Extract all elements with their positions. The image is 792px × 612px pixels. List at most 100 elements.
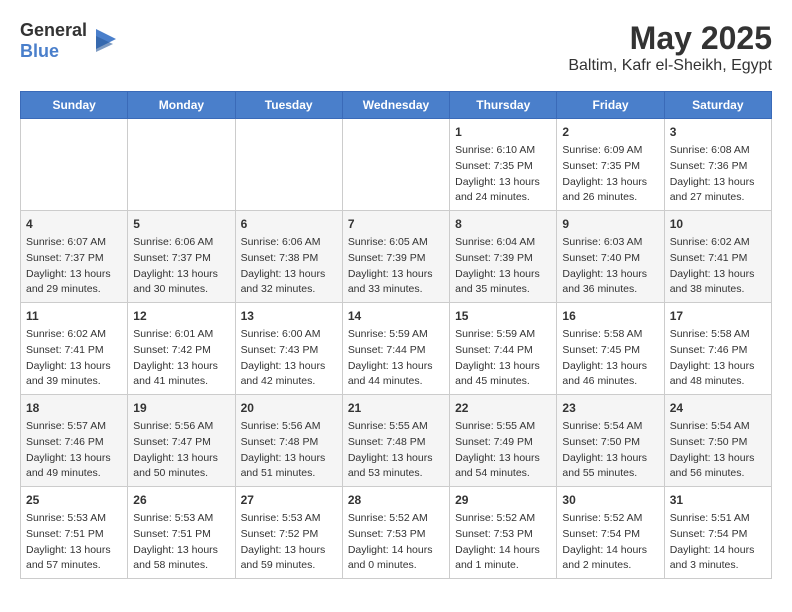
calendar-cell: 25 Sunrise: 5:53 AM Sunset: 7:51 PM Dayli… [21, 487, 128, 579]
day-info: Sunrise: 5:58 AM Sunset: 7:45 PM Dayligh… [562, 327, 658, 390]
calendar-header: Sunday Monday Tuesday Wednesday Thursday… [21, 92, 772, 119]
calendar-cell: 3Sunrise: 6:08 AM Sunset: 7:36 PM Daylig… [664, 119, 771, 211]
calendar-cell: 7Sunrise: 6:05 AM Sunset: 7:39 PM Daylig… [342, 211, 449, 303]
calendar-cell: 21 Sunrise: 5:55 AM Sunset: 7:48 PM Dayli… [342, 395, 449, 487]
title-block: May 2025 Baltim, Kafr el-Sheikh, Egypt [568, 20, 772, 75]
col-monday: Monday [128, 92, 235, 119]
day-info: Sunrise: 6:09 AM Sunset: 7:35 PM Dayligh… [562, 143, 658, 206]
day-number: 17 [670, 307, 766, 325]
logo-general: General [20, 20, 87, 40]
col-wednesday: Wednesday [342, 92, 449, 119]
day-number: 1 [455, 123, 551, 141]
day-number: 15 [455, 307, 551, 325]
calendar-subtitle: Baltim, Kafr el-Sheikh, Egypt [568, 57, 772, 75]
calendar-cell: 1 Sunrise: 6:10 AM Sunset: 7:35 PM Daylig… [450, 119, 557, 211]
col-friday: Friday [557, 92, 664, 119]
calendar-week-5: 25 Sunrise: 5:53 AM Sunset: 7:51 PM Dayli… [21, 487, 772, 579]
day-info: Sunrise: 5:51 AM Sunset: 7:54 PM Dayligh… [670, 511, 766, 574]
col-sunday: Sunday [21, 92, 128, 119]
day-info: Sunrise: 5:58 AM Sunset: 7:46 PM Dayligh… [670, 327, 766, 390]
day-number: 31 [670, 491, 766, 509]
day-number: 28 [348, 491, 444, 509]
logo-blue: Blue [20, 41, 59, 61]
calendar-week-3: 11 Sunrise: 6:02 AM Sunset: 7:41 PM Dayli… [21, 303, 772, 395]
calendar-cell: 13 Sunrise: 6:00 AM Sunset: 7:43 PM Dayli… [235, 303, 342, 395]
logo: General Blue [20, 20, 121, 62]
day-info: Sunrise: 5:54 AM Sunset: 7:50 PM Dayligh… [670, 419, 766, 482]
day-number: 19 [133, 399, 229, 417]
day-info: Sunrise: 6:02 AM Sunset: 7:41 PM Dayligh… [670, 235, 766, 298]
day-number: 8 [455, 215, 551, 233]
day-number: 26 [133, 491, 229, 509]
calendar-week-1: 1 Sunrise: 6:10 AM Sunset: 7:35 PM Daylig… [21, 119, 772, 211]
day-info: Sunrise: 5:52 AM Sunset: 7:53 PM Dayligh… [455, 511, 551, 574]
day-number: 12 [133, 307, 229, 325]
day-number: 27 [241, 491, 337, 509]
day-info: Sunrise: 6:08 AM Sunset: 7:36 PM Dayligh… [670, 143, 766, 206]
day-number: 14 [348, 307, 444, 325]
day-number: 16 [562, 307, 658, 325]
day-number: 21 [348, 399, 444, 417]
calendar-cell: 15Sunrise: 5:59 AM Sunset: 7:44 PM Dayli… [450, 303, 557, 395]
day-info: Sunrise: 6:04 AM Sunset: 7:39 PM Dayligh… [455, 235, 551, 298]
calendar-cell [342, 119, 449, 211]
day-number: 23 [562, 399, 658, 417]
calendar-cell: 19 Sunrise: 5:56 AM Sunset: 7:47 PM Dayli… [128, 395, 235, 487]
day-info: Sunrise: 5:55 AM Sunset: 7:48 PM Dayligh… [348, 419, 444, 482]
calendar-cell: 24 Sunrise: 5:54 AM Sunset: 7:50 PM Dayli… [664, 395, 771, 487]
calendar-title: May 2025 [568, 20, 772, 57]
day-info: Sunrise: 6:00 AM Sunset: 7:43 PM Dayligh… [241, 327, 337, 390]
day-number: 6 [241, 215, 337, 233]
col-tuesday: Tuesday [235, 92, 342, 119]
day-number: 7 [348, 215, 444, 233]
calendar-cell: 9Sunrise: 6:03 AM Sunset: 7:40 PM Daylig… [557, 211, 664, 303]
calendar-cell [128, 119, 235, 211]
calendar-body: 1 Sunrise: 6:10 AM Sunset: 7:35 PM Daylig… [21, 119, 772, 579]
day-info: Sunrise: 5:55 AM Sunset: 7:49 PM Dayligh… [455, 419, 551, 482]
calendar-cell: 4Sunrise: 6:07 AM Sunset: 7:37 PM Daylig… [21, 211, 128, 303]
day-info: Sunrise: 5:53 AM Sunset: 7:51 PM Dayligh… [26, 511, 122, 574]
day-info: Sunrise: 5:56 AM Sunset: 7:48 PM Dayligh… [241, 419, 337, 482]
day-number: 5 [133, 215, 229, 233]
day-number: 13 [241, 307, 337, 325]
day-number: 11 [26, 307, 122, 325]
day-info: Sunrise: 5:56 AM Sunset: 7:47 PM Dayligh… [133, 419, 229, 482]
calendar-cell: 2Sunrise: 6:09 AM Sunset: 7:35 PM Daylig… [557, 119, 664, 211]
page-header: General Blue May 2025 Baltim, Kafr el-Sh… [20, 20, 772, 75]
day-info: Sunrise: 6:06 AM Sunset: 7:37 PM Dayligh… [133, 235, 229, 298]
calendar-cell: 22 Sunrise: 5:55 AM Sunset: 7:49 PM Dayli… [450, 395, 557, 487]
calendar-cell: 23 Sunrise: 5:54 AM Sunset: 7:50 PM Dayli… [557, 395, 664, 487]
calendar-cell: 10Sunrise: 6:02 AM Sunset: 7:41 PM Dayli… [664, 211, 771, 303]
logo-text: General Blue [20, 20, 87, 62]
calendar-cell: 5 Sunrise: 6:06 AM Sunset: 7:37 PM Daylig… [128, 211, 235, 303]
day-info: Sunrise: 6:10 AM Sunset: 7:35 PM Dayligh… [455, 143, 551, 206]
day-number: 22 [455, 399, 551, 417]
header-row: Sunday Monday Tuesday Wednesday Thursday… [21, 92, 772, 119]
calendar-cell: 27 Sunrise: 5:53 AM Sunset: 7:52 PM Dayli… [235, 487, 342, 579]
day-info: Sunrise: 6:02 AM Sunset: 7:41 PM Dayligh… [26, 327, 122, 390]
calendar-week-4: 18Sunrise: 5:57 AM Sunset: 7:46 PM Dayli… [21, 395, 772, 487]
calendar-cell: 12Sunrise: 6:01 AM Sunset: 7:42 PM Dayli… [128, 303, 235, 395]
calendar-cell: 8 Sunrise: 6:04 AM Sunset: 7:39 PM Daylig… [450, 211, 557, 303]
day-info: Sunrise: 5:53 AM Sunset: 7:52 PM Dayligh… [241, 511, 337, 574]
col-thursday: Thursday [450, 92, 557, 119]
calendar-cell [235, 119, 342, 211]
col-saturday: Saturday [664, 92, 771, 119]
day-info: Sunrise: 5:52 AM Sunset: 7:53 PM Dayligh… [348, 511, 444, 574]
day-number: 24 [670, 399, 766, 417]
day-number: 25 [26, 491, 122, 509]
day-info: Sunrise: 5:59 AM Sunset: 7:44 PM Dayligh… [348, 327, 444, 390]
calendar-cell: 26Sunrise: 5:53 AM Sunset: 7:51 PM Dayli… [128, 487, 235, 579]
day-info: Sunrise: 6:07 AM Sunset: 7:37 PM Dayligh… [26, 235, 122, 298]
day-number: 30 [562, 491, 658, 509]
calendar-table: Sunday Monday Tuesday Wednesday Thursday… [20, 91, 772, 579]
calendar-cell: 11 Sunrise: 6:02 AM Sunset: 7:41 PM Dayli… [21, 303, 128, 395]
day-info: Sunrise: 5:54 AM Sunset: 7:50 PM Dayligh… [562, 419, 658, 482]
calendar-cell: 6 Sunrise: 6:06 AM Sunset: 7:38 PM Daylig… [235, 211, 342, 303]
calendar-cell: 29 Sunrise: 5:52 AM Sunset: 7:53 PM Dayli… [450, 487, 557, 579]
day-info: Sunrise: 5:57 AM Sunset: 7:46 PM Dayligh… [26, 419, 122, 482]
logo-icon [91, 24, 121, 59]
day-number: 29 [455, 491, 551, 509]
day-info: Sunrise: 6:06 AM Sunset: 7:38 PM Dayligh… [241, 235, 337, 298]
day-number: 20 [241, 399, 337, 417]
